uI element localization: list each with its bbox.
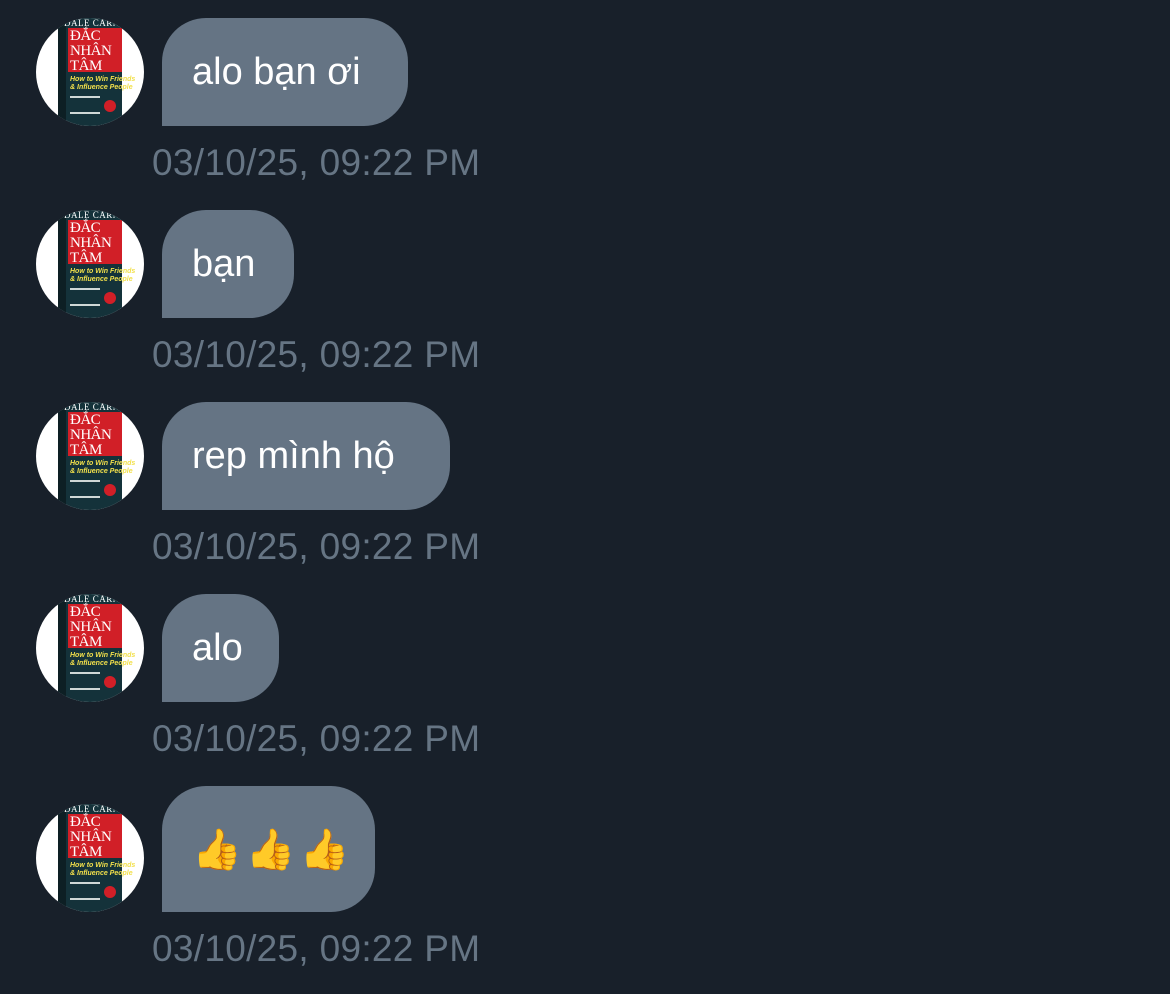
message-bubble[interactable]: alo xyxy=(162,594,279,702)
message-row: DALE CARNEGIE ĐẮC NHÂN TÂM How to Win Frie… xyxy=(0,210,1170,400)
avatar-book-cover: DALE CARNEGIE ĐẮC NHÂN TÂM How to Win Frie… xyxy=(58,594,142,702)
avatar[interactable]: DALE CARNEGIE ĐẮC NHÂN TÂM How to Win Frie… xyxy=(36,18,144,126)
message-timestamp: 03/10/25, 09:22 PM xyxy=(152,928,481,969)
message-text: bạn xyxy=(192,242,256,285)
avatar-author-text: DALE CARNEGIE xyxy=(64,210,143,220)
avatar-author-text: DALE CARNEGIE xyxy=(64,804,143,814)
thumbs-up-emoji-text: 👍👍👍 xyxy=(192,827,354,872)
avatar-subtitle-text: How to Win Friends & Influence People xyxy=(70,460,136,475)
avatar-title-text: ĐẮC NHÂN TÂM xyxy=(70,604,112,650)
message-row: DALE CARNEGIE ĐẮC NHÂN TÂM How to Win Frie… xyxy=(0,18,1170,208)
message-row: DALE CARNEGIE ĐẮC NHÂN TÂM How to Win Frie… xyxy=(0,594,1170,784)
avatar-subtitle-text: How to Win Friends & Influence People xyxy=(70,268,136,283)
avatar-title-text: ĐẮC NHÂN TÂM xyxy=(70,412,112,458)
avatar-author-text: DALE CARNEGIE xyxy=(64,594,143,604)
message-bubble[interactable]: alo bạn ơi xyxy=(162,18,408,126)
avatar-book-cover: DALE CARNEGIE ĐẮC NHÂN TÂM How to Win Frie… xyxy=(58,210,142,318)
avatar-author-text: DALE CARNEGIE xyxy=(64,402,143,412)
avatar-subtitle-text: How to Win Friends & Influence People xyxy=(70,76,136,91)
avatar-title-text: ĐẮC NHÂN TÂM xyxy=(70,814,112,860)
message-timestamp: 03/10/25, 09:22 PM xyxy=(152,334,481,375)
avatar-subtitle-text: How to Win Friends & Influence People xyxy=(70,862,136,877)
message-text: alo bạn ơi xyxy=(192,50,361,93)
avatar-book-cover: DALE CARNEGIE ĐẮC NHÂN TÂM How to Win Frie… xyxy=(58,402,142,510)
message-text: rep mình hộ xyxy=(192,434,395,477)
avatar-title-text: ĐẮC NHÂN TÂM xyxy=(70,220,112,266)
message-bubble[interactable]: 👍👍👍 xyxy=(162,786,375,912)
avatar-subtitle-text: How to Win Friends & Influence People xyxy=(70,652,136,667)
avatar-book-cover: DALE CARNEGIE ĐẮC NHÂN TÂM How to Win Frie… xyxy=(58,18,142,126)
message-row: DALE CARNEGIE ĐẮC NHÂN TÂM How to Win Frie… xyxy=(0,402,1170,592)
message-bubble[interactable]: rep mình hộ xyxy=(162,402,450,510)
message-timestamp: 03/10/25, 09:22 PM xyxy=(152,142,481,183)
avatar[interactable]: DALE CARNEGIE ĐẮC NHÂN TÂM How to Win Frie… xyxy=(36,402,144,510)
message-text: alo xyxy=(192,626,243,669)
avatar-author-text: DALE CARNEGIE xyxy=(64,18,143,28)
message-timestamp: 03/10/25, 09:22 PM xyxy=(152,526,481,567)
avatar[interactable]: DALE CARNEGIE ĐẮC NHÂN TÂM How to Win Frie… xyxy=(36,594,144,702)
avatar[interactable]: DALE CARNEGIE ĐẮC NHÂN TÂM How to Win Frie… xyxy=(36,210,144,318)
chat-message-list: DALE CARNEGIE ĐẮC NHÂN TÂM How to Win Frie… xyxy=(0,0,1170,994)
avatar-title-text: ĐẮC NHÂN TÂM xyxy=(70,28,112,74)
avatar-book-cover: DALE CARNEGIE ĐẮC NHÂN TÂM How to Win Frie… xyxy=(58,804,142,912)
avatar[interactable]: DALE CARNEGIE ĐẮC NHÂN TÂM How to Win Frie… xyxy=(36,804,144,912)
message-bubble[interactable]: bạn xyxy=(162,210,294,318)
message-row: DALE CARNEGIE ĐẮC NHÂN TÂM How to Win Frie… xyxy=(0,786,1170,976)
message-timestamp: 03/10/25, 09:22 PM xyxy=(152,718,481,759)
